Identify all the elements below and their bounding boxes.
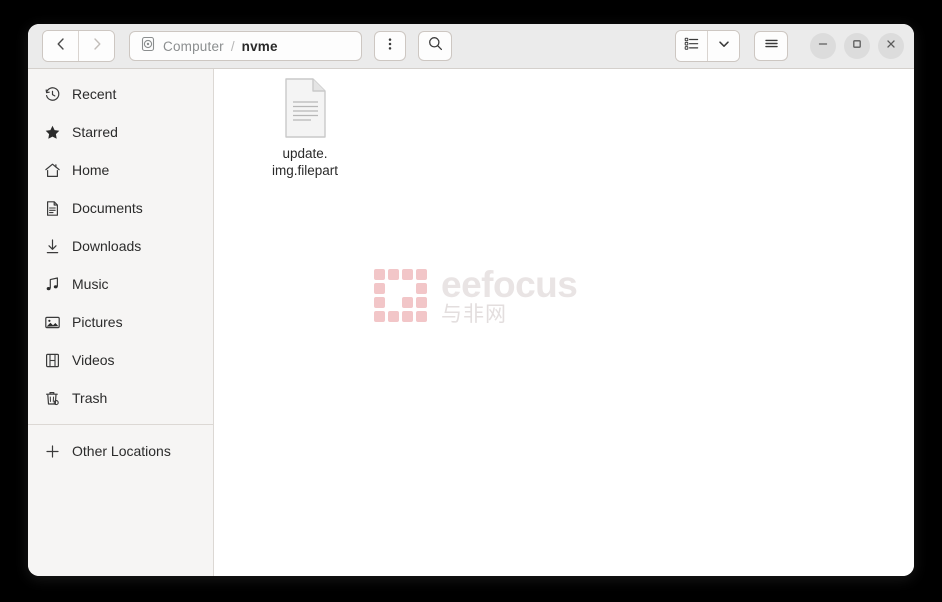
sidebar-item-other-locations[interactable]: Other Locations <box>28 432 213 470</box>
watermark-logo-grid <box>374 269 427 322</box>
minimize-button[interactable] <box>810 33 836 59</box>
file-label-line-1: update. <box>282 146 328 161</box>
file-manager-window: Computer / nvme Recent Starred Home Docu… <box>28 24 914 576</box>
text-file-icon <box>280 77 330 139</box>
sidebar-item-label: Music <box>72 276 109 292</box>
music-note-icon <box>44 276 61 293</box>
watermark-cell <box>388 297 399 308</box>
search-icon <box>427 35 444 57</box>
window-body: Recent Starred Home Documents Downloads … <box>28 69 914 576</box>
view-mode-group <box>675 30 740 62</box>
watermark-cell <box>416 283 427 294</box>
view-options-dropdown-button[interactable] <box>707 31 739 61</box>
sidebar-item-label: Recent <box>72 86 117 102</box>
clock-icon <box>44 86 61 103</box>
sidebar-item-trash[interactable]: Trash <box>28 379 213 417</box>
more-options-icon <box>382 36 398 57</box>
sidebar-item-documents[interactable]: Documents <box>28 189 213 227</box>
plus-icon <box>44 443 61 460</box>
home-icon <box>44 162 61 179</box>
list-view-icon <box>683 35 700 57</box>
navigation-button-group <box>42 30 115 62</box>
watermark-cell <box>402 311 413 322</box>
file-list-area[interactable]: update. img.filepart eefocus 与非网 <box>214 69 914 576</box>
trash-icon <box>44 390 61 407</box>
main-menu-button[interactable] <box>754 31 788 61</box>
watermark-text: eefocus 与非网 <box>441 264 578 326</box>
document-icon <box>44 200 61 217</box>
forward-button[interactable] <box>78 31 114 61</box>
window-controls <box>810 33 904 59</box>
watermark-cell <box>388 311 399 322</box>
watermark: eefocus 与非网 <box>374 264 578 326</box>
picture-icon <box>44 314 61 331</box>
sidebar-item-label: Other Locations <box>72 443 171 459</box>
breadcrumb-current[interactable]: nvme <box>242 39 278 54</box>
watermark-cell <box>374 311 385 322</box>
sidebar-separator <box>28 424 213 425</box>
sidebar-item-label: Pictures <box>72 314 123 330</box>
maximize-button[interactable] <box>844 33 870 59</box>
sidebar-item-starred[interactable]: Starred <box>28 113 213 151</box>
video-film-icon <box>44 352 61 369</box>
watermark-cell <box>402 269 413 280</box>
chevron-right-icon <box>89 36 105 57</box>
file-item[interactable]: update. img.filepart <box>254 77 356 179</box>
sidebar-item-videos[interactable]: Videos <box>28 341 213 379</box>
sidebar-item-label: Videos <box>72 352 115 368</box>
sidebar-item-label: Trash <box>72 390 108 406</box>
sidebar-item-downloads[interactable]: Downloads <box>28 227 213 265</box>
close-icon <box>884 37 898 56</box>
watermark-cell <box>402 297 413 308</box>
watermark-cell <box>416 269 427 280</box>
watermark-title: eefocus <box>441 264 578 305</box>
list-view-button[interactable] <box>676 31 707 61</box>
sidebar-item-recent[interactable]: Recent <box>28 75 213 113</box>
maximize-icon <box>850 37 864 56</box>
watermark-cell <box>416 311 427 322</box>
sidebar-item-music[interactable]: Music <box>28 265 213 303</box>
download-icon <box>44 238 61 255</box>
file-label-line-2: img.filepart <box>271 163 339 178</box>
sidebar-item-label: Home <box>72 162 110 178</box>
chevron-left-icon <box>53 36 69 57</box>
search-button[interactable] <box>418 31 452 61</box>
watermark-cell <box>388 269 399 280</box>
sidebar-item-pictures[interactable]: Pictures <box>28 303 213 341</box>
watermark-subtitle: 与非网 <box>441 302 507 326</box>
sidebar-item-home[interactable]: Home <box>28 151 213 189</box>
desktop-background: Computer / nvme Recent Starred Home Docu… <box>0 0 942 602</box>
more-options-button[interactable] <box>374 31 406 61</box>
minimize-icon <box>816 37 830 56</box>
watermark-cell <box>374 297 385 308</box>
sidebar-item-label: Starred <box>72 124 118 140</box>
breadcrumb-separator: / <box>230 38 235 54</box>
drive-icon <box>140 36 156 57</box>
star-icon <box>44 124 61 141</box>
watermark-cell <box>402 283 413 294</box>
breadcrumb-root[interactable]: Computer <box>163 39 224 54</box>
chevron-down-icon <box>716 36 732 57</box>
watermark-cell <box>374 283 385 294</box>
watermark-cell <box>374 269 385 280</box>
path-bar[interactable]: Computer / nvme <box>129 31 362 61</box>
header-bar: Computer / nvme <box>28 24 914 69</box>
watermark-cell <box>416 297 427 308</box>
sidebar-item-label: Documents <box>72 200 143 216</box>
sidebar-item-label: Downloads <box>72 238 142 254</box>
hamburger-menu-icon <box>763 35 780 57</box>
file-item-label: update. img.filepart <box>272 145 338 179</box>
watermark-cell <box>388 283 399 294</box>
back-button[interactable] <box>43 31 78 61</box>
close-button[interactable] <box>878 33 904 59</box>
sidebar: Recent Starred Home Documents Downloads … <box>28 69 214 576</box>
